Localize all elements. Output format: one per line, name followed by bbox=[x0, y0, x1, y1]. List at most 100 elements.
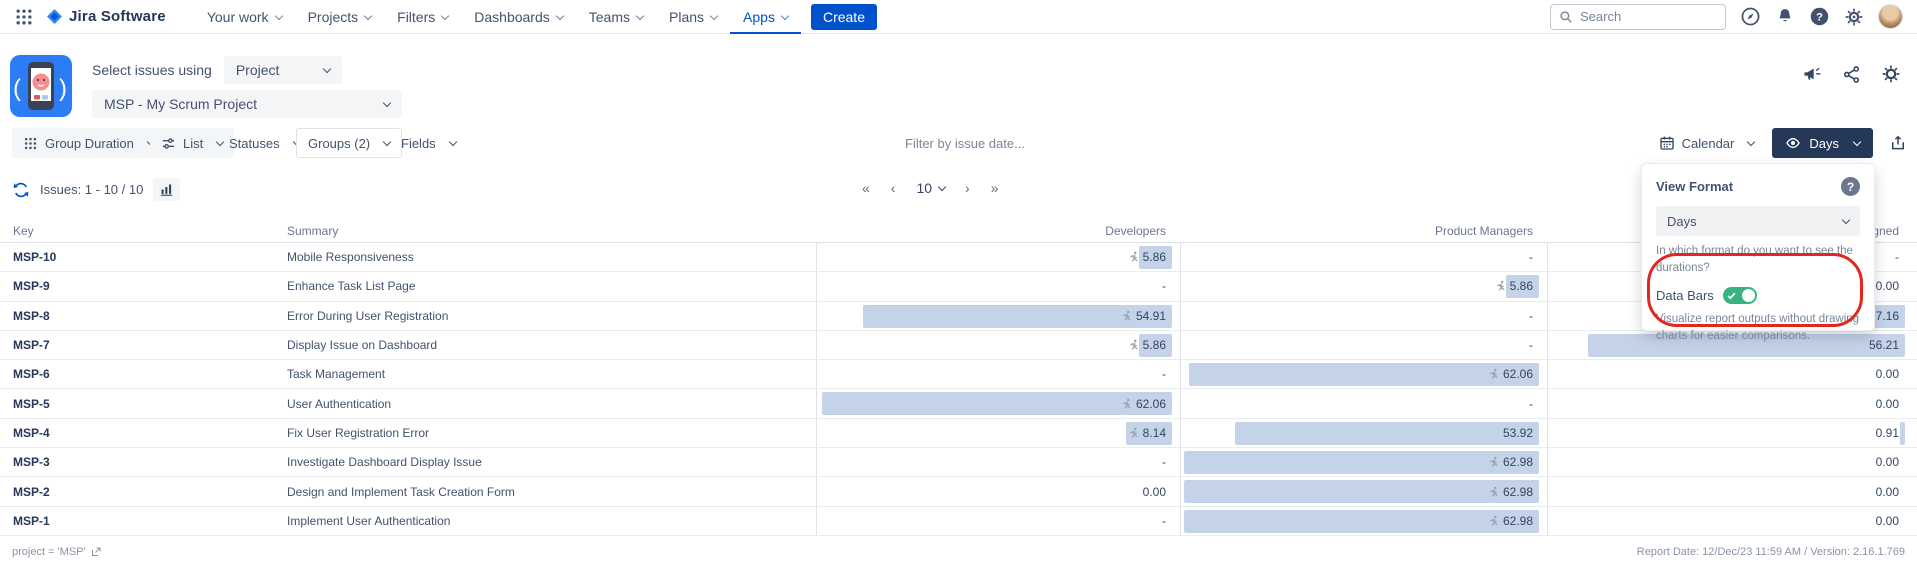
help-icon[interactable]: ? bbox=[1809, 6, 1830, 27]
column-header-key: Key bbox=[0, 219, 287, 242]
duration-value: 5.86 bbox=[1128, 250, 1166, 264]
first-page-button[interactable]: « bbox=[862, 180, 871, 196]
nav-item-apps[interactable]: Apps bbox=[730, 0, 801, 34]
next-page-button[interactable]: › bbox=[965, 180, 971, 196]
nav-item-your-work[interactable]: Your work bbox=[194, 0, 295, 34]
issue-key-link[interactable]: MSP-10 bbox=[0, 243, 287, 271]
issue-date-filter-input[interactable] bbox=[905, 127, 1125, 159]
global-search[interactable] bbox=[1550, 4, 1726, 30]
duration-data-bar bbox=[1235, 422, 1539, 445]
chevron-down-icon bbox=[1747, 138, 1755, 146]
issue-key-link[interactable]: MSP-2 bbox=[0, 477, 287, 505]
page-size-select[interactable]: 10 bbox=[916, 180, 945, 196]
issue-key-link[interactable]: MSP-3 bbox=[0, 448, 287, 476]
view-format-button[interactable]: Days bbox=[1772, 128, 1873, 158]
chart-view-button[interactable] bbox=[153, 178, 180, 201]
issue-key-link[interactable]: MSP-6 bbox=[0, 360, 287, 388]
sprint-runner-icon bbox=[1495, 280, 1507, 292]
issue-source-value: Project bbox=[236, 62, 280, 78]
issue-key-link[interactable]: MSP-4 bbox=[0, 419, 287, 447]
issue-summary: Enhance Task List Page bbox=[287, 272, 816, 300]
report-settings-icon[interactable] bbox=[1881, 64, 1901, 84]
svg-text:(: ( bbox=[13, 75, 21, 102]
duration-cell-developers: - bbox=[816, 272, 1180, 300]
duration-cell-product-managers: 62.98 bbox=[1180, 477, 1547, 505]
page-size-value: 10 bbox=[916, 180, 932, 196]
duration-cell-product-managers: 62.06 bbox=[1180, 360, 1547, 388]
export-icon[interactable] bbox=[1889, 134, 1907, 152]
svg-text:): ) bbox=[59, 75, 67, 102]
nav-item-filters[interactable]: Filters bbox=[384, 0, 461, 34]
view-format-select[interactable]: Days bbox=[1656, 206, 1860, 236]
issue-key-link[interactable]: MSP-9 bbox=[0, 272, 287, 300]
app-switcher-icon[interactable] bbox=[14, 7, 34, 27]
search-input[interactable] bbox=[1580, 9, 1700, 24]
external-link-icon[interactable] bbox=[90, 546, 102, 558]
sprint-runner-icon bbox=[1121, 398, 1133, 410]
user-avatar[interactable] bbox=[1878, 4, 1903, 29]
group-duration-button[interactable]: Group Duration bbox=[12, 128, 165, 158]
issue-source-select[interactable]: Project bbox=[224, 56, 342, 84]
refresh-icon[interactable] bbox=[12, 181, 30, 199]
panel-help-icon[interactable]: ? bbox=[1841, 177, 1860, 196]
fields-button[interactable]: Fields bbox=[390, 128, 467, 158]
column-header-developers: Developers bbox=[816, 219, 1180, 242]
chevron-down-icon bbox=[1853, 138, 1861, 146]
duration-data-bar bbox=[1184, 451, 1539, 474]
sprint-runner-icon bbox=[1128, 339, 1140, 351]
create-button[interactable]: Create bbox=[811, 4, 877, 30]
fields-label: Fields bbox=[401, 136, 436, 151]
duration-value: 0.00 bbox=[1143, 485, 1166, 499]
view-format-help-text: In which format do you want to see the d… bbox=[1656, 243, 1860, 276]
discover-icon[interactable] bbox=[1740, 6, 1761, 27]
top-navigation: Jira Software Your workProjectsFiltersDa… bbox=[0, 0, 1917, 34]
nav-item-teams[interactable]: Teams bbox=[576, 0, 656, 34]
announcement-icon[interactable] bbox=[1802, 64, 1822, 84]
report-info: Report Date: 12/Dec/23 11:59 AM / Versio… bbox=[1637, 546, 1905, 558]
issue-summary: Investigate Dashboard Display Issue bbox=[287, 448, 816, 476]
table-row-msp-4: MSP-4Fix User Registration Error8.1453.9… bbox=[0, 419, 1917, 448]
groups-button[interactable]: Groups (2) bbox=[296, 128, 402, 158]
data-bars-toggle[interactable] bbox=[1723, 287, 1757, 304]
sprint-runner-icon bbox=[1488, 456, 1500, 468]
share-icon[interactable] bbox=[1842, 65, 1861, 84]
sprint-runner-icon bbox=[1128, 427, 1140, 439]
nav-item-dashboards[interactable]: Dashboards bbox=[461, 0, 576, 34]
project-select[interactable]: MSP - My Scrum Project bbox=[92, 90, 402, 118]
duration-value: - bbox=[1529, 397, 1533, 411]
duration-cell-product-managers: - bbox=[1180, 389, 1547, 417]
last-page-button[interactable]: » bbox=[991, 180, 1000, 196]
nav-item-plans[interactable]: Plans bbox=[656, 0, 730, 34]
duration-value: 0.00 bbox=[1876, 397, 1899, 411]
table-row-msp-10: MSP-10Mobile Responsiveness5.86-- bbox=[0, 243, 1917, 272]
table-row-msp-7: MSP-7Display Issue on Dashboard5.86-56.2… bbox=[0, 331, 1917, 360]
settings-icon[interactable] bbox=[1844, 7, 1864, 27]
view-format-select-value: Days bbox=[1667, 214, 1697, 229]
issue-summary: Display Issue on Dashboard bbox=[287, 331, 816, 359]
search-icon bbox=[1559, 10, 1573, 24]
issue-key-link[interactable]: MSP-5 bbox=[0, 389, 287, 417]
table-row-msp-1: MSP-1Implement User Authentication-62.98… bbox=[0, 507, 1917, 536]
duration-value: 62.06 bbox=[1488, 367, 1533, 381]
duration-cell-unassigned: 0.00 bbox=[1547, 360, 1917, 388]
chevron-down-icon bbox=[441, 11, 449, 19]
table-row-msp-6: MSP-6Task Management-62.060.00 bbox=[0, 360, 1917, 389]
nav-item-projects[interactable]: Projects bbox=[295, 0, 385, 34]
issue-key-link[interactable]: MSP-1 bbox=[0, 507, 287, 535]
panel-title: View Format bbox=[1656, 179, 1733, 194]
issue-key-link[interactable]: MSP-7 bbox=[0, 331, 287, 359]
sliders-icon bbox=[161, 136, 176, 151]
jira-logo[interactable]: Jira Software bbox=[46, 8, 166, 25]
duration-data-bar bbox=[1184, 480, 1539, 503]
issue-summary: Error During User Registration bbox=[287, 302, 816, 330]
duration-value: - bbox=[1529, 338, 1533, 352]
issue-summary: Fix User Registration Error bbox=[287, 419, 816, 447]
duration-value: 62.98 bbox=[1488, 485, 1533, 499]
issue-key-link[interactable]: MSP-8 bbox=[0, 302, 287, 330]
duration-value: - bbox=[1529, 309, 1533, 323]
notifications-icon[interactable] bbox=[1775, 7, 1795, 27]
chevron-down-icon bbox=[710, 11, 718, 19]
duration-cell-developers: - bbox=[816, 360, 1180, 388]
calendar-button[interactable]: Calendar bbox=[1657, 128, 1757, 158]
prev-page-button[interactable]: ‹ bbox=[891, 180, 897, 196]
